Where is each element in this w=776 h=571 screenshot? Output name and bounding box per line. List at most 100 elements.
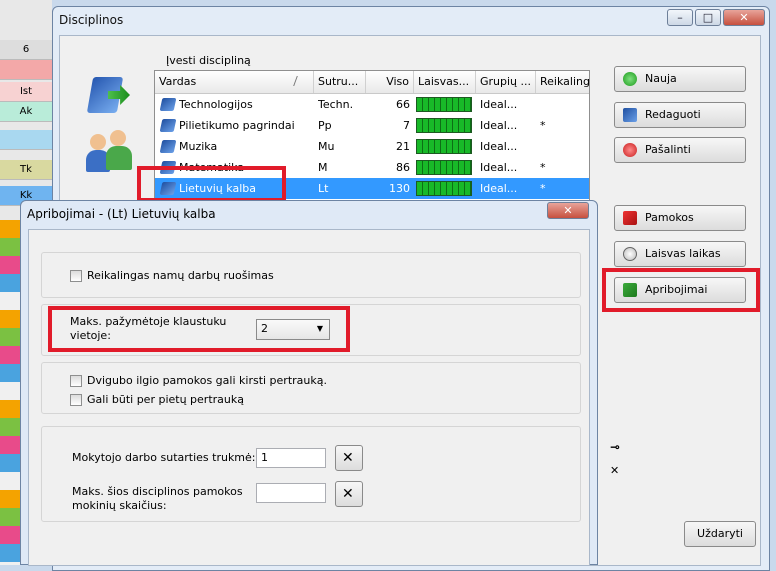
cell-total: 130 xyxy=(389,182,410,195)
book-icon xyxy=(159,140,177,153)
new-button-label: Nauja xyxy=(645,72,677,85)
cell-short: Mu xyxy=(318,140,335,153)
close-window-button[interactable]: ✕ xyxy=(723,9,765,26)
cell-required: * xyxy=(540,182,546,195)
column-header-short[interactable]: Sutru... xyxy=(314,71,366,93)
book-icon xyxy=(159,119,177,132)
close-button[interactable]: Uždaryti xyxy=(684,521,756,547)
table-row[interactable]: Technologijos Techn. 66 Ideal... xyxy=(155,94,589,115)
table-row[interactable]: Muzika Mu 21 Ideal... xyxy=(155,136,589,157)
after-lunch-label: Gali būti per pietų pertrauką xyxy=(87,393,244,406)
cell-required xyxy=(540,94,580,115)
contract-settings-button[interactable]: ✕ xyxy=(335,445,363,471)
wrench-icon: ✕ xyxy=(342,450,354,466)
delete-button-label: Pašalinti xyxy=(645,143,691,156)
cell-total: 66 xyxy=(396,98,410,111)
key-icon: ⊸ xyxy=(610,440,621,454)
sheet-column-header: 6 xyxy=(0,40,52,60)
cell-total: 86 xyxy=(396,161,410,174)
edit-button[interactable]: Redaguoti xyxy=(614,102,746,128)
dialog-close-button[interactable]: ✕ xyxy=(547,202,589,219)
column-header-groups[interactable]: Grupių ... xyxy=(476,71,536,93)
cell-short: Lt xyxy=(318,182,329,195)
double-lesson-label: Dvigubo ilgio pamokos gali kirsti pertra… xyxy=(87,374,327,387)
homework-group: Reikalingas namų darbų ruošimas xyxy=(41,252,581,298)
books-icon xyxy=(86,71,132,117)
cell-short: M xyxy=(318,161,328,174)
homework-label: Reikalingas namų darbų ruošimas xyxy=(87,269,274,282)
cell-short: Pp xyxy=(318,119,332,132)
plus-icon xyxy=(623,72,637,86)
wrench-icon: ✕ xyxy=(342,486,354,502)
sheet-cell: Ist xyxy=(0,82,52,102)
cell-required xyxy=(540,136,580,157)
max-students-input[interactable] xyxy=(256,483,326,503)
cell-name: Technologijos xyxy=(179,98,253,111)
cell-group: Ideal... xyxy=(480,98,518,111)
free-time-button-label: Laisvas laikas xyxy=(645,247,721,260)
highlight-restrictions-button xyxy=(602,268,760,312)
sheet-cell: Ak xyxy=(0,102,52,122)
sheet-cell xyxy=(0,130,52,150)
cell-group: Ideal... xyxy=(480,182,518,195)
cell-group: Ideal... xyxy=(480,161,518,174)
background-color-strip xyxy=(0,220,20,565)
dialog-client-area: Reikalingas namų darbų ruošimas Maks. pa… xyxy=(28,229,590,566)
cubes-icon xyxy=(623,211,637,225)
restrictions-dialog: Apribojimai - (Lt) Lietuvių kalba ✕ Reik… xyxy=(20,200,598,566)
maximize-button[interactable]: □ xyxy=(695,9,721,26)
delete-button[interactable]: Pašalinti xyxy=(614,137,746,163)
contract-input[interactable]: 1 xyxy=(256,448,326,468)
book-icon xyxy=(159,98,177,111)
sheet-cell xyxy=(0,60,52,80)
lessons-button-label: Pamokos xyxy=(645,211,694,224)
sheet-cell: Tk xyxy=(0,160,52,180)
max-students-label-line2: mokinių skaičius: xyxy=(72,499,167,512)
cell-group: Ideal... xyxy=(480,119,518,132)
contract-label: Mokytojo darbo sutarties trukmė: xyxy=(72,451,256,464)
lessons-button[interactable]: Pamokos xyxy=(614,205,746,231)
free-time-bar xyxy=(416,160,472,175)
column-header-required[interactable]: Reikaling xyxy=(536,71,589,93)
contract-value: 1 xyxy=(261,451,268,464)
column-header-name[interactable]: Vardas xyxy=(155,71,314,93)
title-bar: Disciplinos – □ ✕ xyxy=(53,7,769,33)
table-row[interactable]: Pilietikumo pagrindai Pp 7 Ideal... * xyxy=(155,115,589,136)
free-time-bar xyxy=(416,181,472,196)
highlight-max-marks xyxy=(48,306,350,352)
free-time-bar xyxy=(416,118,472,133)
max-students-settings-button[interactable]: ✕ xyxy=(335,481,363,507)
edit-button-label: Redaguoti xyxy=(645,108,701,121)
highlight-selected-row xyxy=(137,166,286,202)
break-options-group: Dvigubo ilgio pamokos gali kirsti pertra… xyxy=(41,362,581,414)
minimize-button[interactable]: – xyxy=(667,9,693,26)
cell-required: * xyxy=(540,161,546,174)
cell-name: Pilietikumo pagrindai xyxy=(179,119,295,132)
limits-group: Mokytojo darbo sutarties trukmė: 1 ✕ Mak… xyxy=(41,426,581,522)
book-icon xyxy=(623,108,637,122)
new-button[interactable]: Nauja xyxy=(614,66,746,92)
cell-group: Ideal... xyxy=(480,140,518,153)
column-header-total[interactable]: Viso xyxy=(366,71,414,93)
clock-icon xyxy=(623,247,637,261)
list-label: Įvesti discipliną xyxy=(166,54,251,67)
close-button-label: Uždaryti xyxy=(697,527,743,540)
minus-icon xyxy=(623,143,637,157)
cell-short: Techn. xyxy=(318,98,354,111)
double-lesson-checkbox[interactable] xyxy=(70,375,82,387)
free-time-bar xyxy=(416,97,472,112)
free-time-button[interactable]: Laisvas laikas xyxy=(614,241,746,267)
max-students-label-line1: Maks. šios disciplinos pamokos xyxy=(72,485,243,498)
free-time-bar xyxy=(416,139,472,154)
cell-total: 7 xyxy=(403,119,410,132)
cross-icon: ✕ xyxy=(610,464,620,477)
homework-checkbox[interactable] xyxy=(70,270,82,282)
window-title: Disciplinos xyxy=(59,13,124,27)
after-lunch-checkbox[interactable] xyxy=(70,394,82,406)
cell-total: 21 xyxy=(396,140,410,153)
dialog-title: Apribojimai - (Lt) Lietuvių kalba xyxy=(27,207,216,221)
column-header-free[interactable]: Laisvas... xyxy=(414,71,476,93)
cell-name: Muzika xyxy=(179,140,218,153)
table-header: Vardas Sutru... Viso Laisvas... Grupių .… xyxy=(155,71,589,94)
cell-required: * xyxy=(540,119,546,132)
